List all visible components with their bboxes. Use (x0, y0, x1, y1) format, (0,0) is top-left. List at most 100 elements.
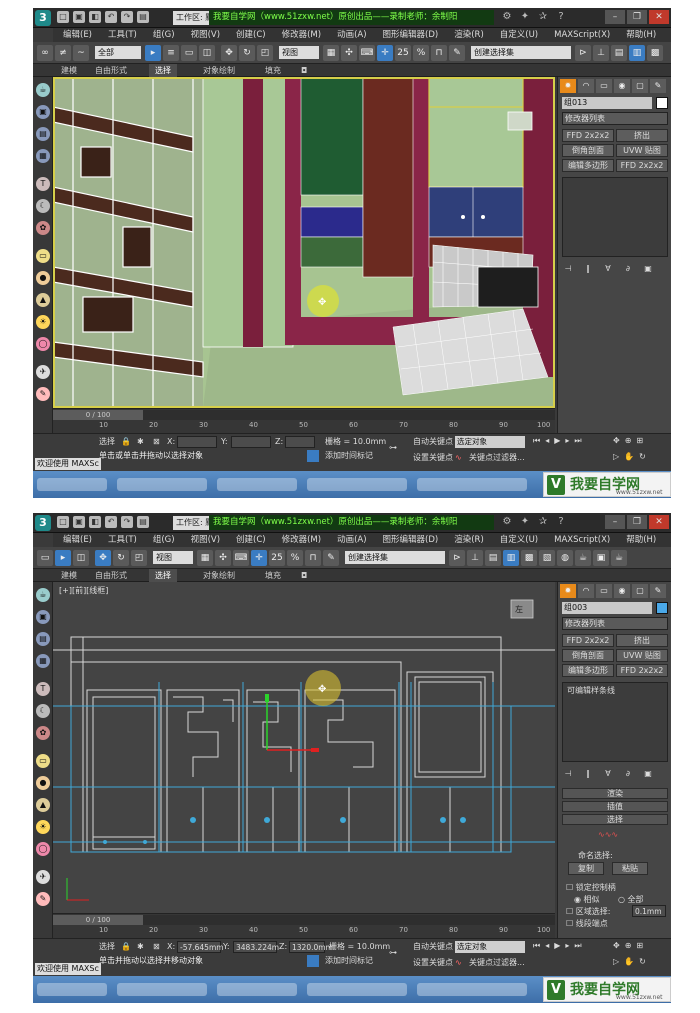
auto-key-button[interactable]: 自动关键点 (413, 436, 453, 448)
mirror-icon[interactable]: ⊳ (575, 45, 591, 61)
ribbon-options-icon[interactable]: ◘ (295, 64, 313, 77)
frame-slider-track[interactable]: 0 / 100 (53, 915, 555, 925)
link-icon[interactable]: ∞ (37, 45, 53, 61)
render-production-icon[interactable]: ☕ (611, 550, 627, 566)
layer-manager-icon[interactable]: ▤ (485, 550, 501, 566)
time-slider[interactable]: 0 / 100 10 20 30 40 50 60 70 80 90 100 (53, 408, 555, 433)
viewport-label[interactable]: [+][前][线框] (59, 585, 108, 596)
menu-tools[interactable]: 工具(T) (108, 28, 137, 42)
ffd2-button[interactable]: FFD 2x2x2 (616, 664, 668, 677)
minimize-button[interactable]: – (605, 515, 625, 529)
snaps-toggle-icon[interactable]: ✛ (251, 550, 267, 566)
remove-modifier-icon[interactable]: ∂ (622, 768, 634, 779)
select-rotate-icon[interactable]: ↻ (239, 45, 255, 61)
project-folder-icon[interactable]: ▤ (137, 11, 149, 23)
track-ruler[interactable]: 10 20 30 40 50 60 70 80 90 100 (53, 421, 555, 433)
reference-coordinate-dropdown[interactable]: 视图 (153, 551, 193, 564)
named-selection-sets[interactable]: 创建选择集 (471, 46, 571, 59)
object-name-field[interactable]: 组013 (562, 97, 652, 109)
grid-icon[interactable]: ▦ (36, 654, 50, 668)
minimize-button[interactable]: – (605, 10, 625, 24)
y-coordinate[interactable]: 3483.224m (233, 941, 279, 953)
scene-explorer-icon[interactable]: ▥ (503, 550, 519, 566)
layer-manager-icon[interactable]: ▤ (611, 45, 627, 61)
field-of-view-icon[interactable]: ▷ (613, 452, 619, 461)
front-viewport[interactable]: ✥ [+][前][线框] 左 (53, 582, 555, 913)
area-selection-checkbox[interactable]: ☐ 区域选择: (566, 906, 610, 917)
menu-create[interactable]: 创建(C) (236, 28, 266, 42)
menu-maxscript[interactable]: MAXScript(X) (554, 533, 610, 547)
taskbar-item[interactable] (217, 983, 297, 996)
moon-light-icon[interactable]: ☾ (36, 199, 50, 213)
make-unique-icon[interactable]: ∀ (602, 768, 614, 779)
pivot-center-icon[interactable]: ▦ (197, 550, 213, 566)
angle-snap-icon[interactable]: 25 (269, 550, 285, 566)
absolute-mode-icon[interactable]: ⊠ (153, 941, 160, 953)
app-logo-icon[interactable]: 3 (35, 10, 51, 26)
extrude-button[interactable]: 挤出 (616, 634, 668, 647)
display-tab-icon[interactable]: ▢ (632, 584, 648, 598)
view-cube-label[interactable]: 左 (515, 604, 523, 615)
play-icon[interactable]: ▶ (554, 941, 560, 951)
favorites-icon[interactable]: ✰ (537, 516, 549, 528)
tab-object-paint[interactable]: 对象绘制 (197, 64, 241, 77)
modify-tab-icon[interactable]: ◠ (578, 79, 594, 93)
utilities-tab-icon[interactable]: ✎ (650, 584, 666, 598)
perspective-viewport[interactable]: ✥ (53, 77, 555, 408)
select-object-icon[interactable]: ▸ (145, 45, 161, 61)
select-by-name-icon[interactable]: ≡ (163, 45, 179, 61)
bind-spacewarp-icon[interactable]: ~ (73, 45, 89, 61)
camera-icon[interactable]: ✈ (36, 870, 50, 884)
text-shape-icon[interactable]: T (36, 682, 50, 696)
tab-freeform[interactable]: 自由形式 (89, 64, 133, 77)
x-coordinate[interactable]: -57.645mm (177, 941, 224, 953)
menu-edit[interactable]: 编辑(E) (63, 28, 92, 42)
key-icon[interactable]: ⊶ (389, 947, 397, 959)
select-move-icon[interactable]: ✥ (95, 550, 111, 566)
area-selection-value[interactable]: 0.1mm (632, 905, 666, 917)
frame-slider-thumb[interactable]: 0 / 100 (53, 410, 143, 420)
menu-graph-editors[interactable]: 图形编辑器(D) (383, 28, 439, 42)
pin-stack-icon[interactable]: ⊣ (562, 263, 574, 274)
close-button[interactable]: ✕ (649, 10, 669, 24)
menu-views[interactable]: 视图(V) (191, 533, 220, 547)
zoom-icon[interactable]: ✥ (613, 436, 620, 445)
window-crossing-icon[interactable]: ◫ (73, 550, 89, 566)
menu-maxscript[interactable]: MAXScript(X) (554, 28, 610, 42)
taskbar-item[interactable] (37, 983, 107, 996)
menu-rendering[interactable]: 渲染(R) (454, 533, 484, 547)
unlink-icon[interactable]: ≠ (55, 45, 71, 61)
maximize-button[interactable]: ❐ (627, 515, 647, 529)
menu-modifiers[interactable]: 修改器(M) (282, 533, 321, 547)
segment-end-checkbox[interactable]: ☐ 线段端点 (566, 918, 608, 929)
maximize-button[interactable]: ❐ (627, 10, 647, 24)
align-icon[interactable]: ⊥ (467, 550, 483, 566)
menu-tools[interactable]: 工具(T) (108, 533, 137, 547)
mirror-icon[interactable]: ⊳ (449, 550, 465, 566)
tab-modeling[interactable]: 建模 (55, 64, 83, 77)
ffd2-button[interactable]: FFD 2x2x2 (616, 159, 668, 172)
particle-icon[interactable]: ✿ (36, 726, 50, 740)
menu-create[interactable]: 创建(C) (236, 533, 266, 547)
track-ruler[interactable]: 10 20 30 40 50 60 70 80 90 100 (53, 926, 555, 938)
set-key-button[interactable]: 设置关键点 (413, 957, 453, 969)
percent-snap-icon[interactable]: % (287, 550, 303, 566)
undo-icon[interactable]: ↶ (105, 11, 117, 23)
display-tab-icon[interactable]: ▢ (632, 79, 648, 93)
taskbar-item[interactable] (117, 478, 207, 491)
taskbar-item[interactable] (417, 478, 527, 491)
frame-slider-thumb[interactable]: 0 / 100 (53, 915, 143, 925)
select-rotate-icon[interactable]: ↻ (113, 550, 129, 566)
cylinder-icon[interactable]: ▤ (36, 632, 50, 646)
pivot-center-icon[interactable]: ▦ (323, 45, 339, 61)
make-unique-icon[interactable]: ∀ (602, 263, 614, 274)
select-object-icon[interactable]: ▸ (55, 550, 71, 566)
tab-freeform[interactable]: 自由形式 (89, 569, 133, 582)
select-manipulate-icon[interactable]: ✣ (341, 45, 357, 61)
menu-rendering[interactable]: 渲染(R) (454, 28, 484, 42)
angle-snap-icon[interactable]: 25 (395, 45, 411, 61)
taskbar-item[interactable] (217, 478, 297, 491)
key-filter-icon[interactable]: ∿ (455, 957, 462, 969)
play-icon[interactable]: ▶ (554, 436, 560, 446)
particle-icon[interactable]: ✿ (36, 221, 50, 235)
